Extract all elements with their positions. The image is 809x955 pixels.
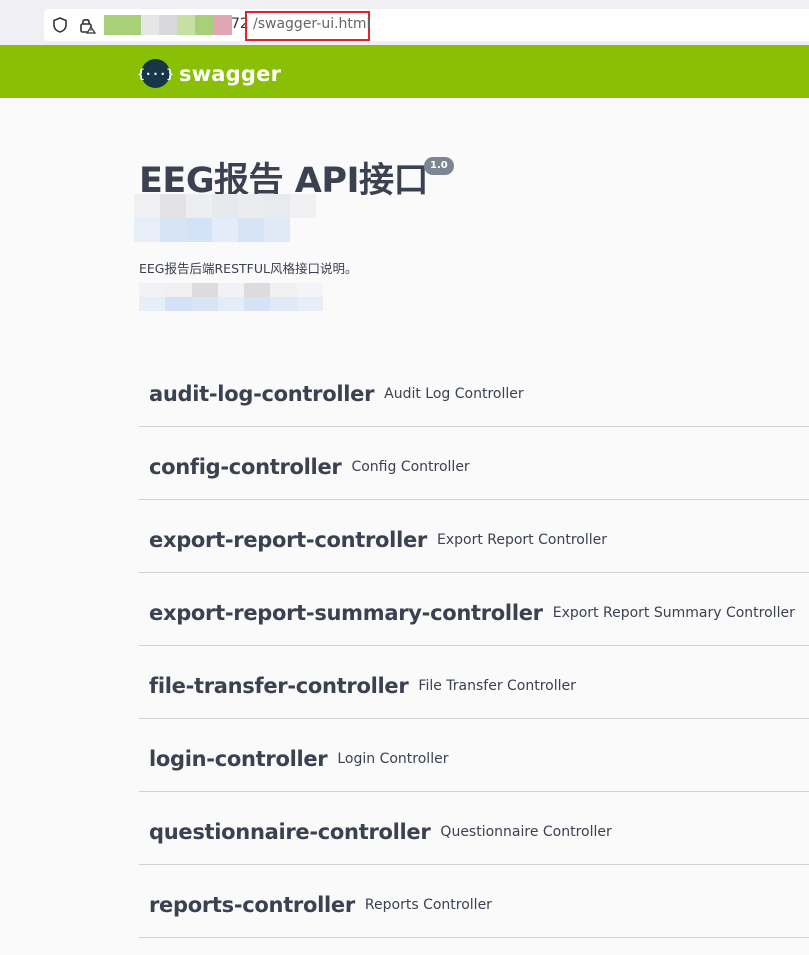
tag-config-controller[interactable]: config-controller Config Controller <box>139 427 809 500</box>
tag-list: audit-log-controller Audit Log Controlle… <box>139 354 809 938</box>
tag-name[interactable]: login-controller <box>149 747 328 771</box>
tag-name[interactable]: export-report-controller <box>149 528 427 552</box>
tag-description: File Transfer Controller <box>418 678 576 694</box>
tag-audit-log-controller[interactable]: audit-log-controller Audit Log Controlle… <box>139 354 809 427</box>
tag-name[interactable]: questionnaire-controller <box>149 820 431 844</box>
swagger-logo-text: swagger <box>179 61 282 86</box>
tag-export-report-controller[interactable]: export-report-controller Export Report C… <box>139 500 809 573</box>
blurred-contact-link <box>139 283 323 311</box>
tag-questionnaire-controller[interactable]: questionnaire-controller Questionnaire C… <box>139 792 809 865</box>
tag-name[interactable]: file-transfer-controller <box>149 674 409 698</box>
swagger-logo[interactable]: {···} swagger <box>137 59 282 88</box>
tag-name[interactable]: config-controller <box>149 455 342 479</box>
tag-description: Export Report Summary Controller <box>552 605 795 621</box>
address-bar: 72 /swagger-ui.html <box>0 0 809 45</box>
tag-description: Questionnaire Controller <box>440 824 612 840</box>
tag-file-transfer-controller[interactable]: file-transfer-controller File Transfer C… <box>139 646 809 719</box>
tag-name[interactable]: export-report-summary-controller <box>149 601 543 625</box>
version-badge: 1.0 <box>424 157 454 175</box>
tag-description: Config Controller <box>351 459 470 475</box>
tag-export-report-summary-controller[interactable]: export-report-summary-controller Export … <box>139 573 809 646</box>
blurred-base-url <box>134 194 342 242</box>
blurred-host <box>104 15 232 35</box>
swagger-topbar: {···} swagger <box>0 45 809 98</box>
tag-description: Export Report Controller <box>436 532 607 548</box>
tag-name[interactable]: audit-log-controller <box>149 382 374 406</box>
swagger-logo-icon: {···} <box>137 59 174 88</box>
tag-description: Reports Controller <box>364 897 492 913</box>
tag-reports-controller[interactable]: reports-controller Reports Controller <box>139 865 809 938</box>
tag-name[interactable]: reports-controller <box>149 893 355 917</box>
api-description: EEG报告后端RESTFUL风格接口说明。 <box>139 261 358 276</box>
url-path-highlighted: /swagger-ui.html <box>245 11 370 41</box>
shield-icon[interactable] <box>51 16 69 34</box>
lock-warning-icon[interactable] <box>78 16 96 34</box>
tag-description: Audit Log Controller <box>384 386 524 402</box>
tag-login-controller[interactable]: login-controller Login Controller <box>139 719 809 792</box>
tag-description: Login Controller <box>337 751 449 767</box>
